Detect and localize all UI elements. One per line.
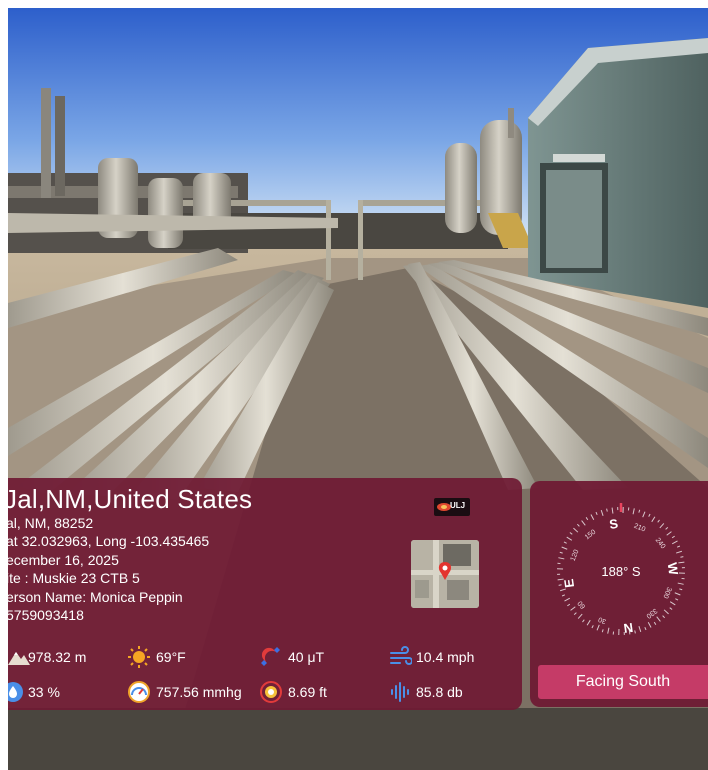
- compass-tick: [591, 625, 594, 629]
- compass-tick: [559, 551, 563, 554]
- compass-tick: [651, 516, 656, 523]
- compass-tick: [638, 626, 642, 633]
- compass-tick: [561, 546, 568, 550]
- compass-tick: [638, 509, 641, 513]
- compass-tick: [596, 624, 600, 631]
- phone-line: 5759093418: [8, 607, 84, 624]
- compass-tick: [557, 578, 564, 581]
- compass-tick: [663, 609, 669, 615]
- compass-degree-label: 330: [645, 607, 659, 620]
- compass-tick: [582, 619, 585, 623]
- compass-tick: [586, 619, 591, 626]
- compass-tick: [570, 606, 576, 611]
- compass-tick: [657, 519, 660, 523]
- compass-tick: [606, 508, 608, 512]
- compass-tick: [656, 616, 661, 622]
- compass-tick: [666, 531, 672, 536]
- compass-degree-label: 60: [577, 599, 587, 610]
- compass-tick: [644, 626, 647, 631]
- compass-tick: [563, 541, 567, 544]
- compass-tick: [659, 523, 665, 529]
- compass-tick: [595, 511, 598, 516]
- compass-tick: [590, 514, 595, 521]
- compass-tick: [671, 535, 675, 539]
- compass-card: N E S W 30 60 120 150 210 240 300 330 188° S Facing…: [530, 481, 708, 707]
- compass-tick: [675, 598, 679, 601]
- date-line: ecember 16, 2025: [8, 551, 119, 568]
- compass-tick: [653, 621, 657, 625]
- compass-tick: [642, 511, 646, 518]
- humidity-icon: [8, 682, 23, 702]
- location-title: Jal,NM,United States: [8, 484, 253, 514]
- site-line: ite : Muskie 23 CTB 5: [8, 570, 140, 587]
- compass-tick: [665, 526, 669, 530]
- heading-readout: 188° S: [601, 564, 641, 579]
- compass-tick: [677, 582, 684, 585]
- compass-cardinal-s: S: [608, 516, 619, 532]
- wind-icon: [390, 646, 412, 665]
- compass-tick: [634, 630, 636, 634]
- brand-logo-text: ULJ: [450, 501, 466, 510]
- compass-tick: [676, 545, 681, 548]
- compass-degree-label: 300: [661, 586, 672, 600]
- location-details: al, NM, 88252 at 32.032963, Long -103.43…: [8, 514, 209, 624]
- compass-tick: [581, 520, 586, 526]
- sound-wave-icon: [391, 682, 409, 702]
- compass-dial: NESW3060120150210240300330 188° S: [557, 503, 685, 636]
- compass-tick: [585, 517, 589, 521]
- compass-tick: [558, 557, 565, 560]
- map-thumbnail[interactable]: [411, 540, 479, 608]
- sun-icon: [128, 646, 150, 668]
- compass-tick: [680, 556, 684, 558]
- compass-tick: [569, 532, 573, 535]
- compass-tick: [573, 612, 577, 616]
- compass-tick: [669, 601, 676, 606]
- gauge-icon: [128, 681, 150, 703]
- compass-tick: [564, 597, 571, 602]
- location-info-card: Jal,NM,United States al, NM, 88252 at 32…: [8, 478, 522, 710]
- magnet-icon: [261, 647, 280, 666]
- compass-degree-label: 120: [570, 549, 581, 563]
- compass-degree-label: 30: [597, 615, 607, 624]
- compass-tick: [669, 607, 673, 610]
- compass-degree-label: 240: [654, 537, 667, 551]
- compass-cardinal-w: W: [665, 562, 682, 577]
- compass-tick: [607, 627, 610, 634]
- compass-tick: [576, 523, 580, 527]
- compass-tick: [674, 592, 681, 596]
- coordinates-line: at 32.032963, Long -103.435465: [8, 533, 210, 550]
- person-line: erson Name: Monica Peppin: [8, 588, 183, 605]
- compass-tick: [676, 550, 683, 554]
- compass-tick: [600, 509, 604, 516]
- compass-tick: [573, 527, 579, 533]
- compass-degree-label: 210: [633, 523, 647, 534]
- compass-tick: [566, 536, 573, 541]
- compass-degree-label: 150: [584, 529, 598, 542]
- brand-logo: ULJ: [434, 498, 470, 516]
- compass-tick: [671, 540, 678, 545]
- address-line: al, NM, 88252: [8, 515, 94, 531]
- compass-tick: [632, 508, 635, 515]
- compass-tick: [561, 594, 566, 597]
- compass-tick: [679, 588, 683, 591]
- compass-tick: [662, 615, 666, 619]
- compass-tick: [647, 621, 652, 628]
- target-icon: [260, 681, 282, 703]
- compass-tick: [648, 513, 651, 517]
- compass-tick: [567, 603, 571, 607]
- compass-tick: [577, 613, 583, 619]
- facing-direction-button[interactable]: Facing South: [538, 665, 708, 699]
- compass-tick: [611, 507, 614, 514]
- mountain-icon: [8, 652, 30, 665]
- compass-tick: [601, 629, 604, 633]
